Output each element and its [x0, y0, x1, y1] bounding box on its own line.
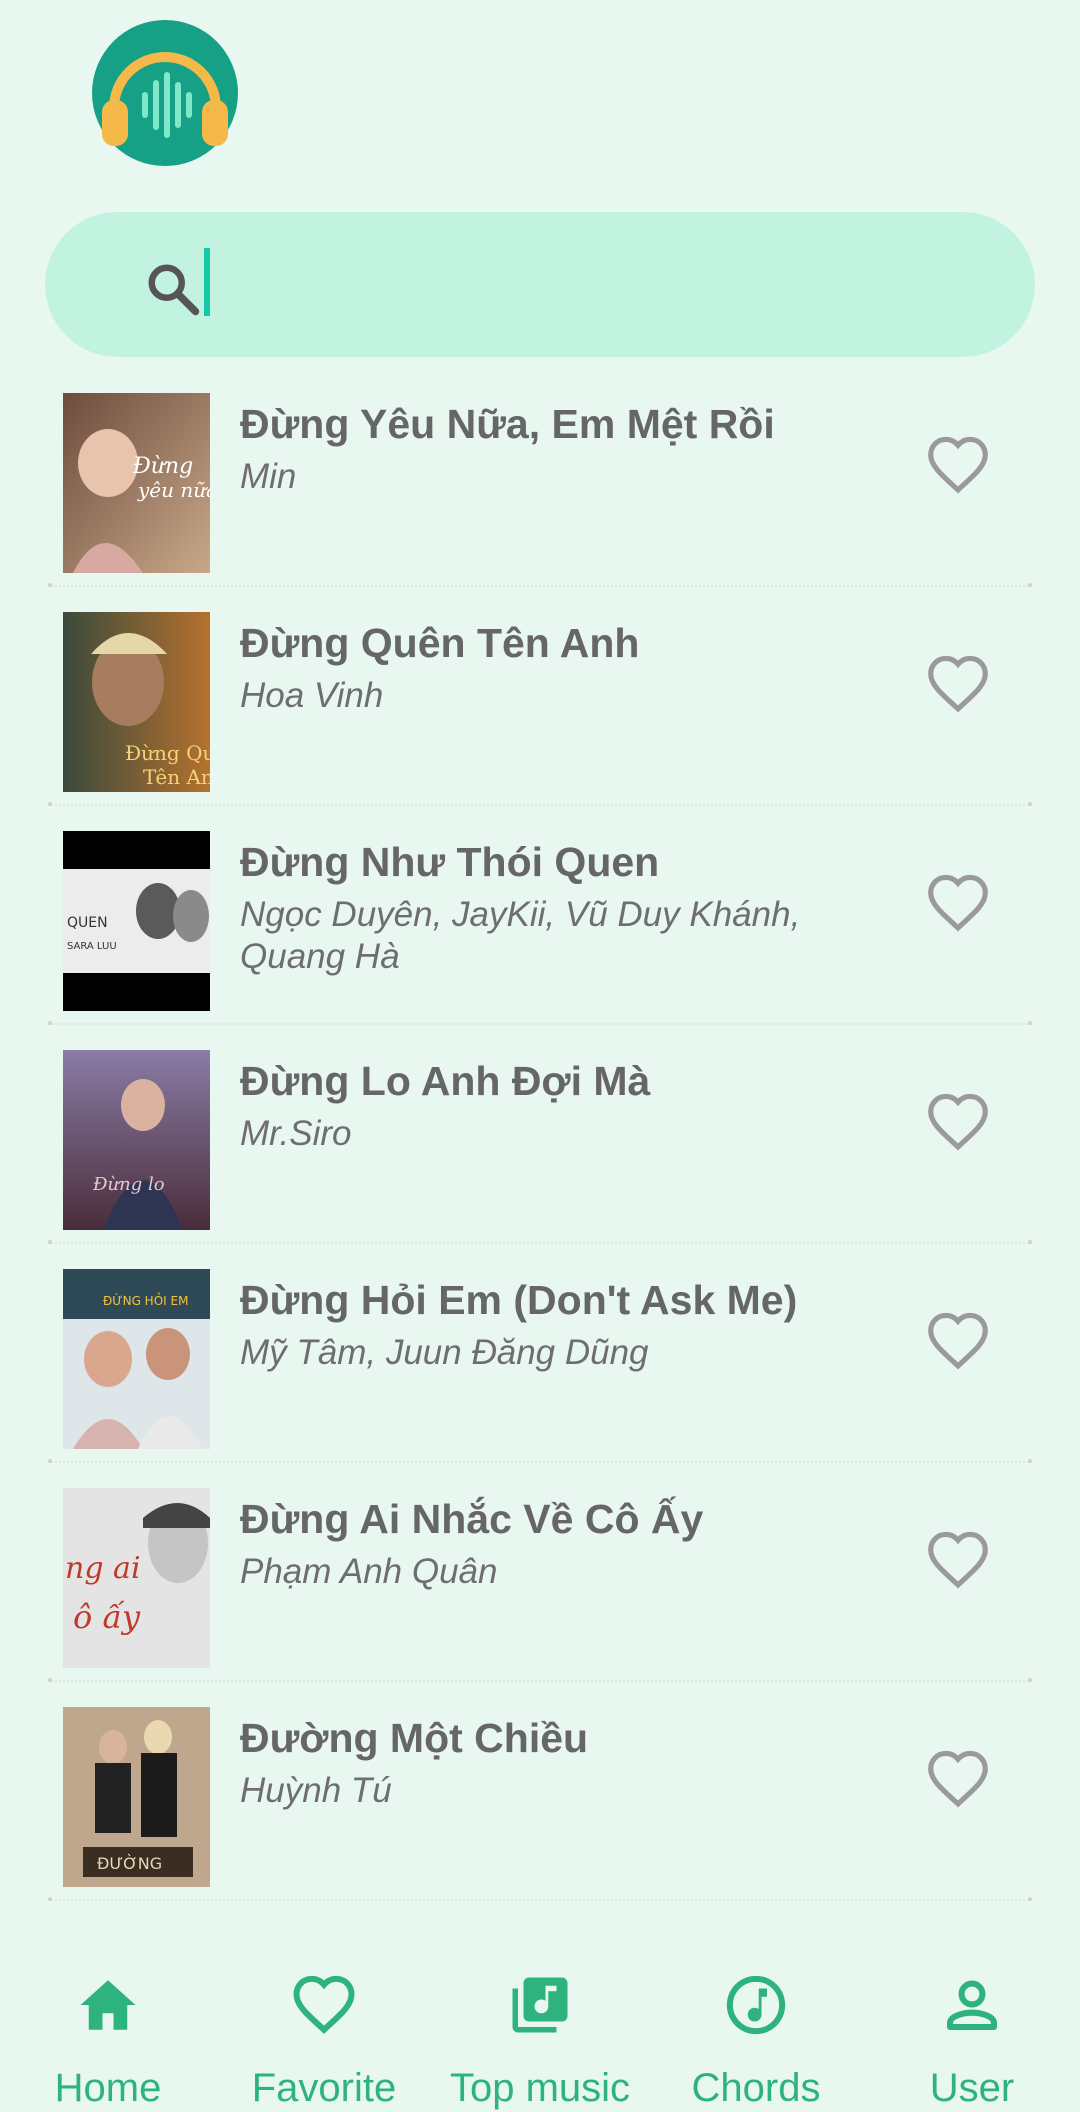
- song-title: Đừng Ai Nhắc Về Cô Ấy: [240, 1496, 704, 1542]
- album-cover[interactable]: ĐƯỜNG: [63, 1707, 210, 1887]
- song-artist: Huỳnh Tú: [240, 1771, 392, 1810]
- album-cover[interactable]: ĐỪNG HỎI EM: [63, 1269, 210, 1449]
- song-title: Đừng Như Thói Quen: [240, 839, 660, 885]
- favorite-heart-icon[interactable]: [925, 434, 991, 494]
- search-icon[interactable]: [143, 259, 203, 319]
- nav-user-label: User: [929, 2066, 1015, 2110]
- svg-text:SARA LUU: SARA LUU: [67, 941, 117, 952]
- album-cover[interactable]: Đừng lo: [63, 1050, 210, 1230]
- song-artist: Hoa Vinh: [240, 676, 384, 715]
- favorite-heart-icon[interactable]: [925, 1748, 991, 1808]
- favorite-heart-icon[interactable]: [925, 653, 991, 713]
- svg-text:Đừng: Đừng: [132, 454, 193, 479]
- song-artist: Ngọc Duyên, JayKii, Vũ Duy Khánh, Quang …: [240, 895, 801, 976]
- song-artist: Mr.Siro: [240, 1114, 352, 1153]
- song-row[interactable]: Đừng lo Đừng Lo Anh Đợi Mà Mr.Siro: [0, 1025, 1080, 1244]
- favorite-heart-icon[interactable]: [925, 872, 991, 932]
- favorite-heart-icon[interactable]: [925, 1310, 991, 1370]
- song-row[interactable]: QUEN SARA LUU Đừng Như Thói Quen Ngọc Du…: [0, 806, 1080, 1025]
- svg-text:Đừng lo: Đừng lo: [92, 1174, 165, 1195]
- bottom-navigation: Home Favorite Top music Chords User: [0, 1940, 1080, 2112]
- row-divider: [48, 1897, 1032, 1901]
- album-cover[interactable]: Đừng Quên Tên Anh: [63, 612, 210, 792]
- song-title: Đừng Hỏi Em (Don't Ask Me): [240, 1277, 798, 1323]
- svg-text:QUEN: QUEN: [67, 915, 108, 931]
- music-note-circle-icon: [726, 1975, 786, 2035]
- song-row[interactable]: ĐƯỜNG Đường Một Chiều Huỳnh Tú: [0, 1682, 1080, 1901]
- svg-text:ng ai: ng ai: [65, 1551, 141, 1586]
- music-library-icon: [512, 1977, 568, 2033]
- svg-text:Tên Anh: Tên Anh: [143, 765, 210, 789]
- svg-text:yêu nữa: yêu nữa: [137, 478, 210, 502]
- app-screen: Đừng yêu nữa Đừng Yêu Nữa, Em Mệt Rồi Mi…: [0, 0, 1080, 2112]
- album-cover[interactable]: ng ai ô ấy: [63, 1488, 210, 1668]
- nav-user[interactable]: User: [864, 1940, 1080, 2112]
- home-icon: [80, 1980, 136, 2030]
- svg-text:ô ấy: ô ấy: [73, 1598, 141, 1636]
- song-artist: Min: [240, 457, 297, 496]
- favorite-heart-icon[interactable]: [925, 1091, 991, 1151]
- svg-text:ĐỪNG HỎI EM: ĐỪNG HỎI EM: [103, 1292, 188, 1308]
- song-row[interactable]: ĐỪNG HỎI EM Đừng Hỏi Em (Don't Ask Me) M…: [0, 1244, 1080, 1463]
- song-title: Đường Một Chiều: [240, 1715, 589, 1761]
- svg-text:Đừng Quên: Đừng Quên: [125, 741, 210, 765]
- album-cover[interactable]: Đừng yêu nữa: [63, 393, 210, 573]
- song-row[interactable]: ng ai ô ấy Đừng Ai Nhắc Về Cô Ấy Phạm An…: [0, 1463, 1080, 1682]
- nav-top-music[interactable]: Top music: [432, 1940, 648, 2112]
- headphones-logo-icon: [92, 20, 238, 166]
- favorite-heart-icon[interactable]: [925, 1529, 991, 1589]
- svg-text:ĐƯỜNG: ĐƯỜNG: [97, 1854, 162, 1873]
- song-title: Đừng Lo Anh Đợi Mà: [240, 1058, 651, 1104]
- user-icon: [946, 1980, 998, 2031]
- song-artist: Mỹ Tâm, Juun Đăng Dũng: [240, 1333, 649, 1372]
- song-title: Đừng Yêu Nữa, Em Mệt Rồi: [240, 401, 775, 447]
- search-bar[interactable]: [45, 212, 1035, 357]
- heart-icon: [293, 1975, 355, 2034]
- search-input[interactable]: [241, 252, 1001, 316]
- song-artist: Phạm Anh Quân: [240, 1552, 498, 1591]
- song-row[interactable]: Đừng yêu nữa Đừng Yêu Nữa, Em Mệt Rồi Mi…: [0, 368, 1080, 587]
- song-row[interactable]: Đừng Quên Tên Anh Đừng Quên Tên Anh Hoa …: [0, 587, 1080, 806]
- song-title: Đừng Quên Tên Anh: [240, 620, 640, 666]
- text-cursor: [204, 248, 210, 316]
- nav-favorite[interactable]: Favorite: [216, 1940, 432, 2112]
- album-cover[interactable]: QUEN SARA LUU: [63, 831, 210, 1011]
- song-list[interactable]: Đừng yêu nữa Đừng Yêu Nữa, Em Mệt Rồi Mi…: [0, 368, 1080, 1901]
- nav-home[interactable]: Home: [0, 1940, 216, 2112]
- nav-chords[interactable]: Chords: [648, 1940, 864, 2112]
